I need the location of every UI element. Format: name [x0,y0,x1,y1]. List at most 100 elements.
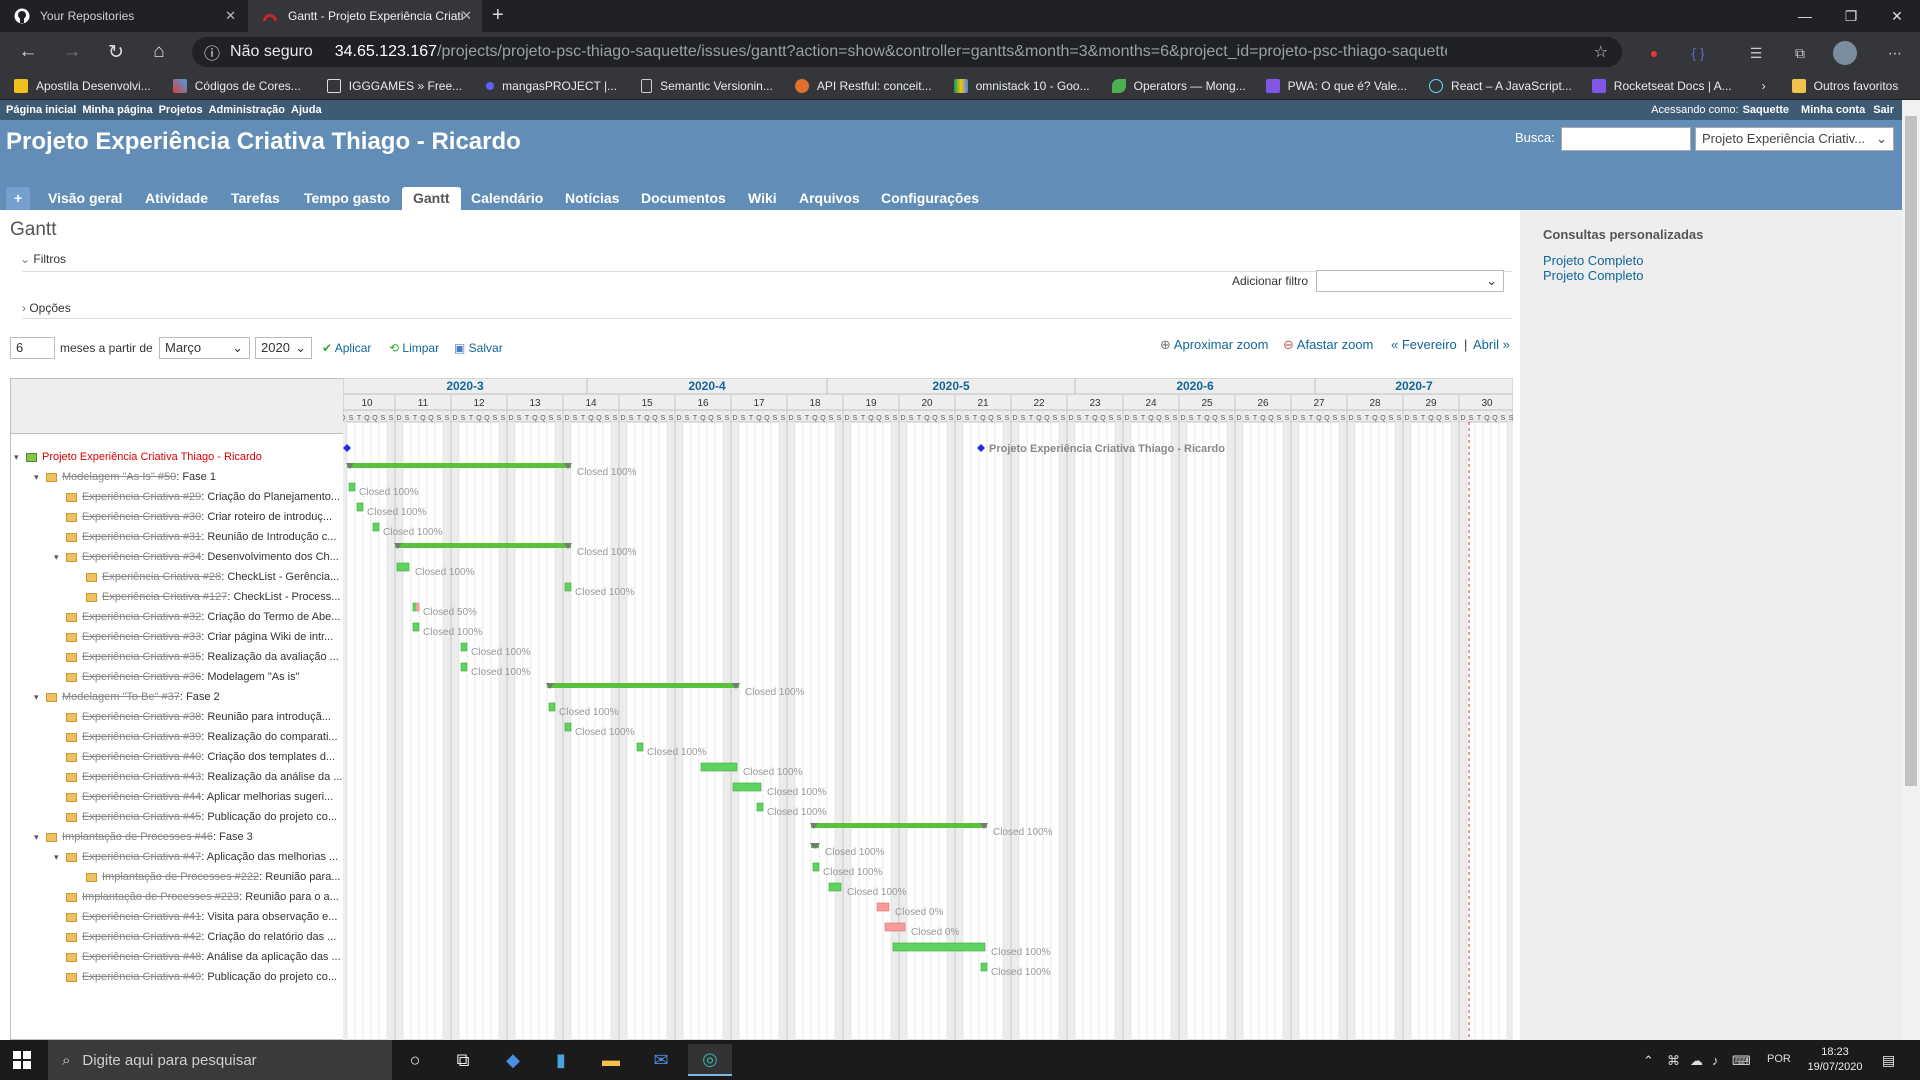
tab-settings[interactable]: Configurações [870,187,990,210]
query-link[interactable]: Projeto Completo [1543,253,1643,268]
gantt-subject-row[interactable]: ▾ Modelagem "To Be" #37: Fase 2 [34,687,220,707]
ublock-icon[interactable]: ● [1641,40,1667,66]
tab-files[interactable]: Arquivos [788,187,871,210]
close-tab-icon[interactable]: ✕ [225,8,236,24]
onedrive-icon[interactable]: ☁ [1690,1053,1703,1069]
json-extension-icon[interactable]: { } [1685,40,1711,66]
more-icon[interactable]: ⋯ [1882,40,1908,66]
issue-link[interactable]: Experiência Criativa #43 [82,771,201,783]
gantt-subject-row[interactable]: ▾ Implantação de Processes #46: Fase 3 [34,827,253,847]
favorites-icon[interactable]: ☰ [1743,40,1769,66]
issue-link[interactable]: Modelagem "To Be" #37 [62,691,180,703]
gantt-subject-row[interactable]: Experiência Criativa #30: Criar roteiro … [54,507,332,527]
chevron-right-icon[interactable]: › [1762,79,1766,93]
filters-toggle[interactable]: ⌄ Filtros [20,252,66,266]
logout-link[interactable]: Sair [1873,104,1894,116]
minimize-icon[interactable]: — [1782,0,1828,32]
collapse-arrow-icon[interactable]: ▾ [34,472,46,483]
project-jump-select[interactable]: Projeto Experiência Criativ... ⌄ [1695,127,1894,151]
bookmark-item[interactable]: PWA: O que é? Vale... [1265,78,1407,93]
gantt-subject-row[interactable]: Experiência Criativa #39: Realização do … [54,727,338,747]
back-icon[interactable]: ← [12,36,44,68]
gantt-subject-row[interactable]: Experiência Criativa #42: Criação do rel… [54,927,336,947]
zoom-in-button[interactable]: ⊕ Aproximar zoom [1160,337,1268,353]
months-input[interactable]: 6 [10,337,55,359]
collections-icon[interactable]: ⧉ [1787,40,1813,66]
clock[interactable]: 18:23 19/07/2020 [1800,1046,1870,1073]
issue-link[interactable]: Experiência Criativa #29 [82,491,201,503]
gantt-subject-row[interactable]: Experiência Criativa #48: Análise da apl… [54,947,341,967]
keyboard-icon[interactable]: ⌨ [1732,1053,1751,1069]
menu-help[interactable]: Ajuda [291,104,322,116]
tab-news[interactable]: Notícias [554,187,630,210]
scrollbar-thumb[interactable] [1905,116,1917,786]
issue-link[interactable]: Experiência Criativa #31 [82,531,201,543]
issue-link[interactable]: Experiência Criativa #33 [82,631,201,643]
star-icon[interactable]: ☆ [1594,42,1608,62]
issue-link[interactable]: Experiência Criativa #32 [82,611,201,623]
menu-my-page[interactable]: Minha página [82,104,152,116]
zoom-out-button[interactable]: ⊖ Afastar zoom [1283,337,1373,353]
vscode-icon[interactable]: ◆ [491,1044,535,1076]
volume-icon[interactable]: ♪ [1712,1053,1719,1068]
collapse-arrow-icon[interactable]: ▾ [54,852,66,863]
menu-projects[interactable]: Projetos [159,104,203,116]
issue-link[interactable]: Experiência Criativa #44 [82,791,201,803]
bookmark-item[interactable]: Semantic Versionin... [641,78,773,93]
options-toggle[interactable]: › Opções [22,301,71,315]
issue-link[interactable]: Experiência Criativa #48 [82,951,201,963]
gantt-subject-row[interactable]: Implantação de Processes #223: Reunião p… [54,887,339,907]
notifications-icon[interactable]: ▤ [1882,1052,1895,1069]
gantt-subject-row[interactable]: Experiência Criativa #32: Criação do Ter… [54,607,340,627]
tab-overview[interactable]: Visão geral [37,187,133,210]
tab-gantt[interactable]: Gantt [402,187,461,210]
issue-link[interactable]: Experiência Criativa #42 [82,931,201,943]
bookmark-item[interactable]: Rocketseat Docs | A... [1591,78,1732,93]
tab-issues[interactable]: Tarefas [220,187,291,210]
issue-link[interactable]: Experiência Criativa #38 [82,711,201,723]
gantt-subject-row[interactable]: Experiência Criativa #49: Publicação do … [54,967,337,987]
save-button[interactable]: ▣ Salvar [454,341,503,355]
gantt-subject-row[interactable]: Experiência Criativa #38: Reunião para i… [54,707,331,727]
forward-icon[interactable]: → [56,36,88,68]
restore-icon[interactable]: ❐ [1828,0,1874,32]
windows-start-icon[interactable] [0,1044,44,1076]
gantt-subject-row[interactable]: Experiência Criativa #35: Realização da … [54,647,339,667]
issue-link[interactable]: Experiência Criativa #40 [82,751,201,763]
gantt-subject-row[interactable]: Experiência Criativa #28: CheckList - Ge… [74,567,339,587]
close-window-icon[interactable]: ✕ [1874,0,1920,32]
gantt-subject-row[interactable]: Experiência Criativa #41: Visita para ob… [54,907,337,927]
home-icon[interactable]: ⌂ [143,36,175,68]
year-select[interactable]: 2020 ⌄ [255,337,312,359]
tab-activity[interactable]: Atividade [134,187,219,210]
new-tab-button[interactable]: + [492,4,504,27]
apply-button[interactable]: ✔ Aplicar [322,341,371,355]
issue-link[interactable]: Experiência Criativa #127 [102,591,227,603]
bookmark-item[interactable]: Operators — Mong... [1111,78,1246,93]
other-favorites[interactable]: Outros favoritos [1791,78,1898,93]
collapse-arrow-icon[interactable]: ▾ [34,692,46,703]
tab-calendar[interactable]: Calendário [460,187,554,210]
gantt-subject-row[interactable]: Experiência Criativa #36: Modelagem "As … [54,667,300,687]
bookmark-item[interactable]: mangasPROJECT |... [486,79,617,93]
bookmark-item[interactable]: API Restful: conceit... [794,78,932,93]
issue-link[interactable]: Experiência Criativa #41 [82,911,201,923]
gantt-subject-row[interactable]: Experiência Criativa #33: Criar página W… [54,627,333,647]
issue-link[interactable]: Experiência Criativa #45 [82,811,201,823]
month-select[interactable]: Março ⌄ [159,337,250,359]
close-tab-icon[interactable]: ✕ [461,8,472,24]
network-icon[interactable]: ⌘ [1667,1053,1680,1069]
issue-link[interactable]: Experiência Criativa #39 [82,731,201,743]
tab-gantt[interactable]: Gantt - Projeto Experiência Criati ✕ [248,0,482,32]
issue-link[interactable]: Implantação de Processes #222 [102,871,259,883]
bookmark-item[interactable]: IGGGAMES » Free... [326,78,462,93]
gantt-subject-row[interactable]: Experiência Criativa #45: Publicação do … [54,807,337,827]
gantt-subject-row[interactable]: Experiência Criativa #31: Reunião de Int… [54,527,336,547]
language-indicator[interactable]: POR [1767,1053,1791,1065]
gantt-subject-row[interactable]: Experiência Criativa #127: CheckList - P… [74,587,340,607]
url-bar[interactable]: ⓘ Não seguro 34.65.123.167 /projects/pro… [192,37,1622,67]
issue-link[interactable]: Experiência Criativa #28 [102,571,221,583]
issue-link[interactable]: Experiência Criativa #36 [82,671,201,683]
bookmark-item[interactable]: omnistack 10 - Goo... [953,78,1090,93]
bookmark-item[interactable]: React – A JavaScript... [1429,78,1572,93]
